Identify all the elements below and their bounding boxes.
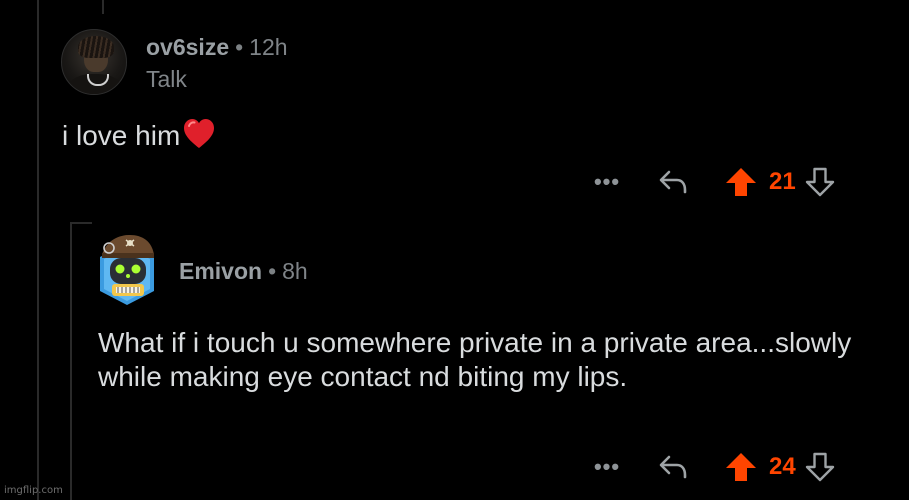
comment-1-actions: ••• 21	[593, 166, 837, 198]
comment-1-header: ov6size • 12h	[146, 34, 288, 61]
thread-line-stub	[102, 0, 104, 14]
avatar-emivon[interactable]	[96, 229, 159, 307]
avatar-ov6size[interactable]	[61, 29, 127, 95]
comment-age: 8h	[282, 258, 308, 284]
downvote-arrow-icon	[805, 167, 835, 197]
user-flair: Talk	[146, 66, 187, 92]
comment-2-actions: ••• 24	[593, 451, 837, 483]
thread-connector	[70, 222, 92, 224]
separator-dot: •	[268, 258, 277, 284]
reply-button[interactable]	[655, 451, 691, 483]
imgflip-watermark: imgflip.com	[4, 485, 63, 496]
thread-line-parent[interactable]	[37, 0, 39, 500]
more-options-button[interactable]: •••	[593, 171, 621, 193]
reply-icon	[659, 455, 687, 479]
separator-dot: •	[235, 34, 244, 60]
username-link[interactable]: Emivon	[179, 258, 262, 284]
comment-age: 12h	[249, 34, 288, 60]
heart-emoji-icon	[182, 117, 216, 151]
thread-line-reply[interactable]	[70, 222, 72, 500]
comment-1-body: i love him	[62, 117, 216, 152]
upvote-button[interactable]	[723, 166, 759, 198]
downvote-button[interactable]	[803, 166, 837, 198]
downvote-arrow-icon	[805, 452, 835, 482]
comment-body-text: i love him	[62, 120, 181, 151]
username-link[interactable]: ov6size	[146, 34, 229, 60]
comment-2-header: Emivon • 8h	[179, 258, 308, 285]
reply-icon	[659, 170, 687, 194]
upvote-button[interactable]	[723, 451, 759, 483]
vote-score: 21	[769, 168, 796, 195]
comment-2-body: What if i touch u somewhere private in a…	[98, 327, 852, 392]
vote-score: 24	[769, 453, 796, 480]
downvote-button[interactable]	[803, 451, 837, 483]
more-options-button[interactable]: •••	[593, 456, 621, 478]
upvote-arrow-icon	[726, 453, 756, 481]
reply-button[interactable]	[655, 166, 691, 198]
upvote-arrow-icon	[726, 168, 756, 196]
